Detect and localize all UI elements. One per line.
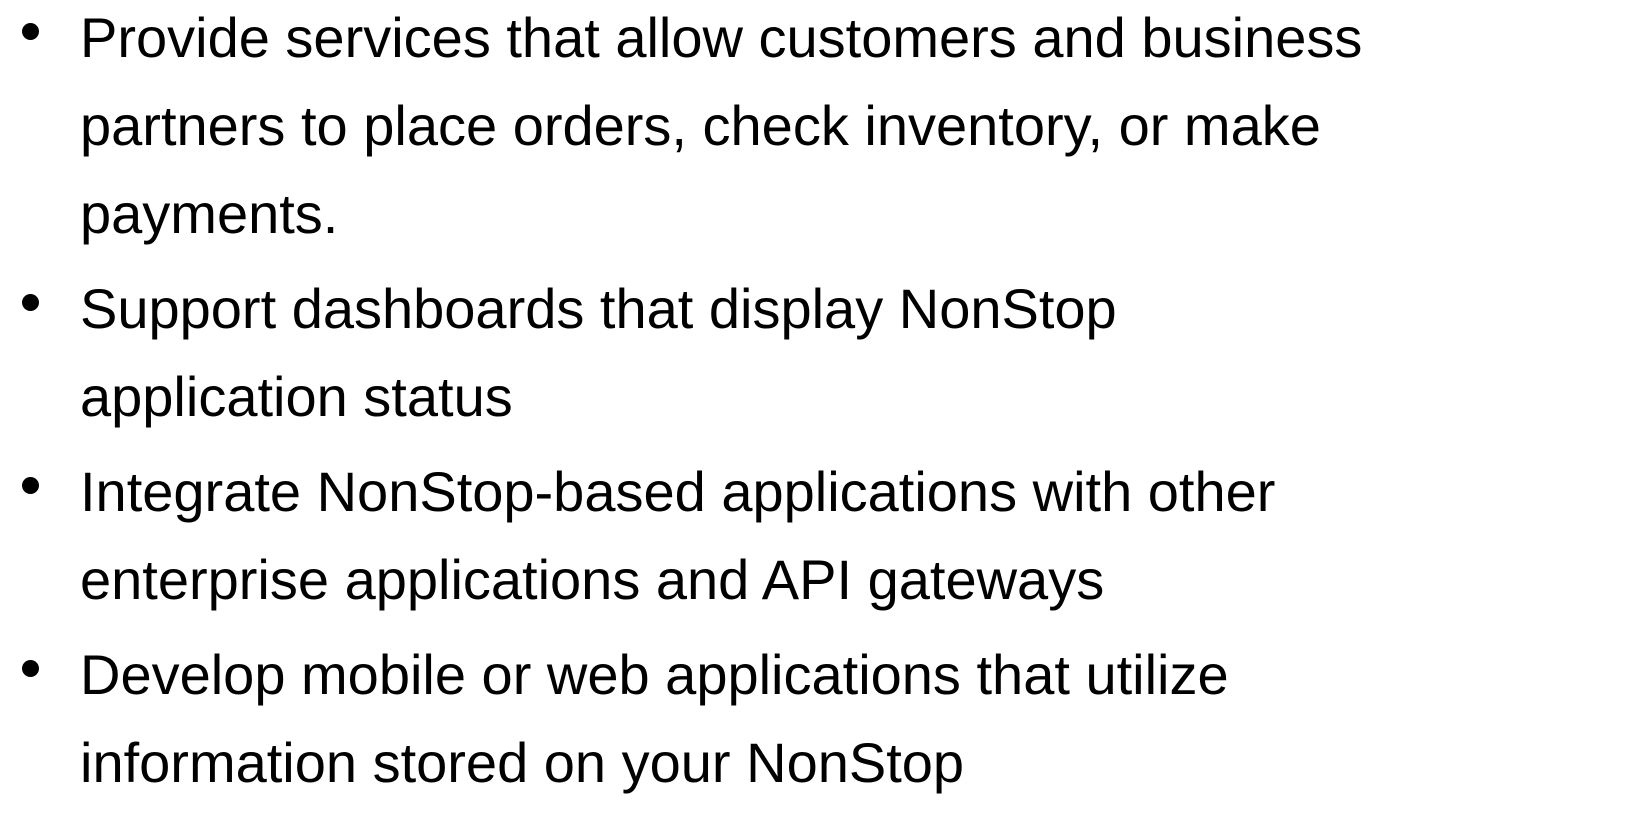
slide: Provide services that allow customers an… bbox=[0, 0, 1648, 827]
bullet-dot-icon bbox=[22, 660, 39, 677]
bullet-text-line: enterprise applications and API gateways bbox=[80, 548, 1105, 611]
bullet-text-line: payments. bbox=[80, 182, 339, 245]
bullet-text-line: Support dashboards that display NonStop bbox=[80, 277, 1117, 340]
bullet-dot-icon bbox=[22, 294, 39, 311]
bullet-text-line: application status bbox=[80, 365, 513, 428]
bullet-item: Integrate NonStop-based applications wit… bbox=[0, 448, 1560, 624]
bullet-list: Provide services that allow customers an… bbox=[0, 0, 1648, 814]
bullet-text-line: information stored on your NonStop bbox=[80, 731, 965, 794]
bullet-dot-icon bbox=[22, 23, 39, 40]
bullet-item: Support dashboards that display NonStop … bbox=[0, 265, 1560, 441]
bullet-text-line: Develop mobile or web applications that … bbox=[80, 643, 1229, 706]
bullet-text-line: Provide services that allow customers an… bbox=[80, 6, 1363, 69]
bullet-dot-icon bbox=[22, 477, 39, 494]
bullet-text-line: Integrate NonStop-based applications wit… bbox=[80, 460, 1276, 523]
bullet-text-line: partners to place orders, check inventor… bbox=[80, 94, 1321, 157]
bullet-item: Develop mobile or web applications that … bbox=[0, 631, 1560, 807]
bullet-item: Provide services that allow customers an… bbox=[0, 0, 1560, 258]
